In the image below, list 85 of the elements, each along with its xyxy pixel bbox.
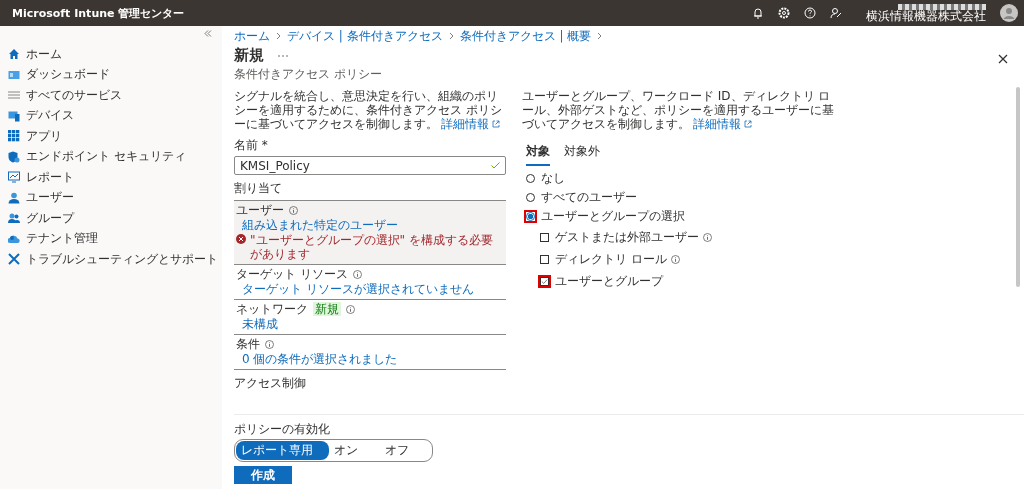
checkbox-label: ゲストまたは外部ユーザー [555, 228, 699, 246]
description-text: ユーザーとグループ、ワークロード ID、ディレクトリ ロール、外部ゲストなど、ポリシーを適用するユーザーに基づいてアクセスを制御します。 詳細情報 [522, 89, 835, 131]
toggle-option[interactable]: オン [329, 441, 380, 460]
checkbox-label: ユーザーとグループ [555, 272, 663, 290]
section-heading: アクセス制御 [234, 375, 307, 392]
dashboard-icon [8, 68, 20, 81]
sidebar-item[interactable]: ユーザー [0, 187, 222, 208]
error-message: "ユーザーとグループの選択" を構成する必要があります [250, 233, 494, 261]
info-icon [265, 339, 274, 349]
section-label: 条件 [236, 337, 260, 351]
name-input[interactable]: KMSI_Policy [234, 156, 506, 175]
scrollbar-thumb[interactable] [1016, 87, 1020, 287]
sidebar-item[interactable]: ダッシュボード [0, 64, 222, 85]
chevron-icon [597, 32, 603, 40]
page-title: 新規 [234, 46, 264, 65]
section-link[interactable]: ターゲット リソースが選択されていません [236, 282, 504, 296]
section-label: ユーザー [236, 203, 284, 217]
info-icon [346, 304, 355, 314]
checkbox-label: ディレクトリ ロール [555, 250, 667, 268]
breadcrumb-link[interactable]: デバイス | 条件付きアクセス [287, 27, 443, 45]
toggle-option[interactable]: レポート専用 [236, 441, 329, 460]
section-link[interactable]: 0 個の条件が選択されました [236, 352, 504, 366]
section-link[interactable]: 組み込まれた特定のユーザー [236, 218, 504, 232]
learn-more-link[interactable]: 詳細情報 [441, 117, 489, 131]
feedback-icon[interactable] [830, 7, 842, 19]
sidebar-item[interactable]: ホーム [0, 44, 222, 65]
radio-label: すべてのユーザー [541, 189, 637, 206]
external-link-icon [492, 120, 500, 128]
info-icon [289, 205, 298, 215]
shield-icon [8, 150, 20, 163]
device-icon [8, 109, 20, 122]
create-button[interactable]: 作成 [234, 466, 292, 484]
info-icon [352, 269, 362, 279]
description-text: シグナルを統合し、意思決定を行い、組織のポリシーを適用するために、条件付きアクセス ポリシーに基づいてアクセスを制御します。 詳細情報 [234, 89, 503, 131]
tab[interactable]: 対象外 [564, 141, 600, 166]
chevron-icon [448, 32, 454, 40]
new-badge: 新規 [313, 302, 341, 316]
radio-label: ユーザーとグループの選択 [541, 208, 685, 225]
error-icon [236, 234, 246, 244]
app-title: Microsoft Intune 管理センター [12, 5, 185, 21]
sidebar-item[interactable]: トラブルシューティングとサポート [0, 249, 222, 270]
section-label: ネットワーク [236, 302, 308, 316]
sidebar-item[interactable]: テナント管理 [0, 228, 222, 249]
settings-icon[interactable] [778, 7, 790, 19]
avatar-icon[interactable] [1000, 4, 1018, 22]
section-label: ターゲット リソース [236, 267, 348, 281]
close-icon[interactable] [998, 54, 1008, 64]
breadcrumb-link[interactable]: ホーム [234, 27, 270, 45]
checkmark-icon [541, 276, 548, 286]
group-icon [8, 212, 20, 225]
checkbox[interactable] [538, 230, 551, 244]
sidebar-item[interactable]: グループ [0, 208, 222, 229]
assignment-section[interactable]: ターゲット リソース ターゲット リソースが選択されていません [234, 265, 506, 300]
chevron-icon [276, 32, 281, 40]
toggle-option[interactable]: オフ [380, 441, 431, 460]
sidebar-item[interactable]: エンドポイント セキュリティ [0, 146, 222, 167]
assignment-section[interactable]: ユーザー 組み込まれた特定のユーザー "ユーザーとグループの選択" を構成する必要があります [234, 201, 506, 265]
list-icon [8, 89, 20, 102]
radio-label: なし [541, 170, 565, 187]
checkbox[interactable] [538, 252, 551, 266]
sidebar-item[interactable]: デバイス [0, 105, 222, 126]
tools-icon [8, 253, 20, 266]
help-icon[interactable] [804, 7, 816, 19]
assignment-section[interactable]: ネットワーク 新規 未構成 [234, 300, 506, 335]
sidebar-item[interactable]: すべてのサービス [0, 85, 222, 106]
external-link-icon [744, 120, 752, 128]
notification-icon[interactable] [752, 7, 764, 19]
sidebar-item[interactable]: アプリ [0, 126, 222, 147]
home-icon [8, 48, 20, 61]
checkbox[interactable] [538, 274, 551, 288]
breadcrumb-link[interactable]: 条件付きアクセス | 概要 [459, 27, 592, 45]
page-subtitle: 条件付きアクセス ポリシー [234, 66, 382, 83]
assignment-section[interactable]: 条件 0 個の条件が選択されました [234, 335, 506, 370]
learn-more-link[interactable]: 詳細情報 [693, 117, 741, 131]
sidebar-item[interactable]: レポート [0, 167, 222, 188]
user-icon [8, 191, 20, 204]
organization-name: 横浜情報機器株式会社 [866, 9, 986, 23]
field-label: ポリシーの有効化 [234, 422, 331, 436]
radio-button[interactable] [524, 210, 537, 223]
field-label: 名前 * [234, 137, 269, 154]
monitor-icon [8, 171, 20, 184]
grid-icon [8, 130, 20, 143]
checkmark-icon [491, 162, 500, 169]
tab[interactable]: 対象 [526, 141, 550, 166]
section-link[interactable]: 未構成 [236, 317, 504, 331]
